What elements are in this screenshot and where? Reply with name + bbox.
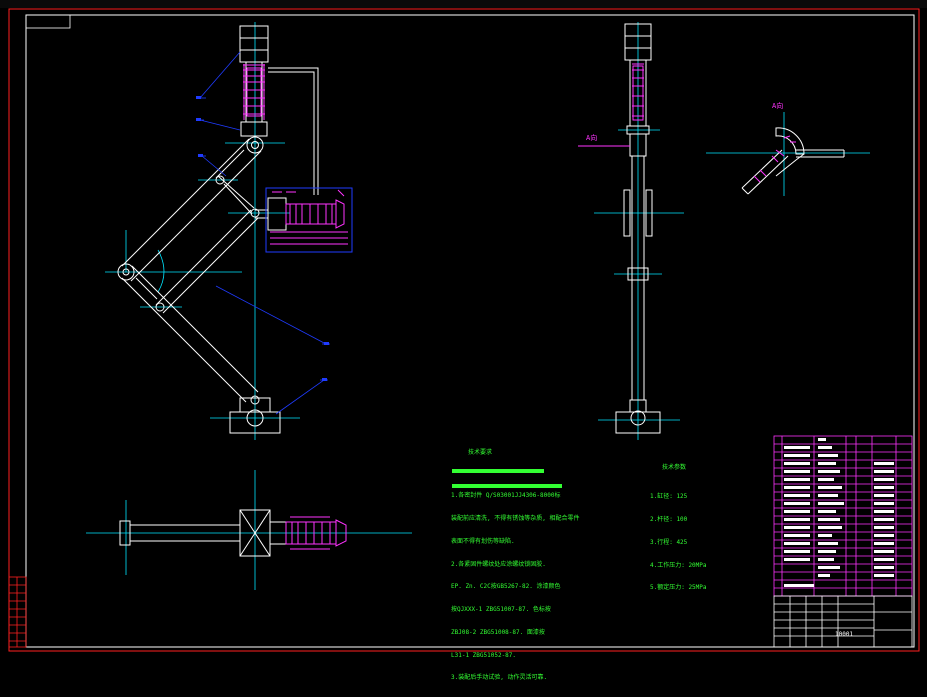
tech-note-line: ZBJ08-2 ZBG51008-87. 面漆按 (451, 628, 545, 636)
parameter-line: 1.缸径: 125 (650, 493, 688, 501)
front-centerlines (105, 22, 300, 440)
tech-note-line: 1.各密封件 Q/S03001JJ4306-8000标 (451, 492, 561, 500)
hydraulic-hose (268, 67, 319, 195)
tech-note-line: 2.各紧固件螺纹处应涂螺纹锁固胶. (451, 560, 546, 568)
parameter-line: 5.额定压力: 25MPa (650, 584, 707, 592)
tech-note-line: EP. Zn. C2C按GB5267-82. 涂漆颜色 (451, 583, 561, 591)
front-view (105, 22, 353, 440)
parameter-line: 4.工作压力: 20MPa (650, 561, 707, 569)
parameters-list: 1.缸径: 125 2.杆径: 100 3.行程: 425 4.工作压力: 20… (650, 478, 707, 607)
tech-note-line: 3.装配后手动试验, 动作灵活可靠. (451, 674, 548, 682)
note-highlight-bar (452, 469, 544, 473)
side-view (578, 22, 684, 440)
section-view-title: A向 (772, 102, 784, 110)
top-view (86, 470, 412, 590)
binding-strip (8, 576, 27, 648)
section-a-view (706, 112, 870, 196)
sheet-mark: 10001 (835, 631, 854, 638)
tech-notes-list: 1.各密封件 Q/S03001JJ4306-8000标 装配前应清洗, 不得有锈… (451, 477, 579, 697)
parts-list (773, 435, 913, 597)
drawing-number-box (25, 14, 71, 29)
pivot-joints (117, 175, 260, 405)
view-arrow-label: A向 (586, 134, 598, 142)
tech-note-line: L31-1 ZBG51052-87. (451, 651, 517, 659)
tech-note-line: 按QJXXX-1 ZBG51007-87. 色标按 (451, 606, 551, 614)
parameters-heading: 技术参数 (662, 464, 687, 471)
linkage-arms (121, 138, 262, 403)
tech-note-line: 表面不得有划伤等缺陷. (451, 537, 515, 545)
tech-note-line: 装配前应清洗, 不得有锈蚀等杂质, 相配合零件 (451, 514, 580, 522)
title-block (773, 595, 913, 648)
parameter-line: 2.杆径: 100 (650, 515, 688, 523)
tech-notes-heading: 技术要求 (468, 449, 493, 456)
parameter-line: 3.行程: 425 (650, 538, 688, 546)
horizontal-cylinder (255, 187, 353, 253)
cad-drawing-canvas[interactable]: A向 A向 技术要求 1.各密封件 Q/S03001JJ4306-8000标 装… (0, 0, 927, 681)
